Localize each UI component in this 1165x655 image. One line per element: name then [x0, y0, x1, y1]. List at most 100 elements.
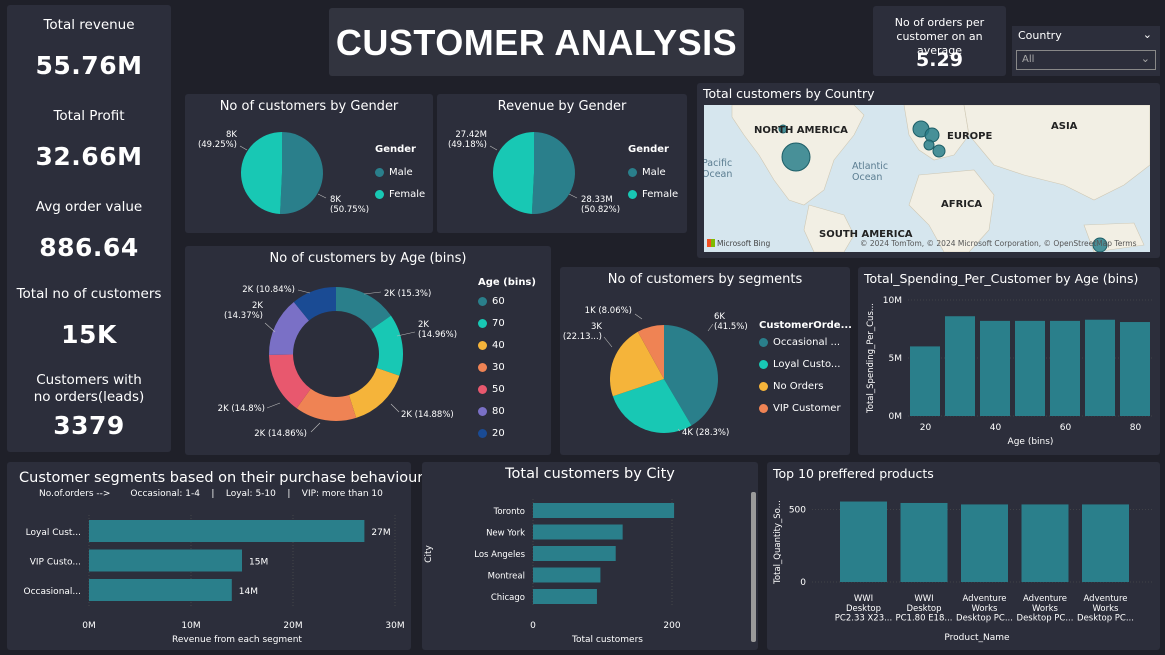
bar-age-70[interactable] — [1085, 319, 1115, 416]
bar-city-montreal[interactable] — [533, 567, 601, 583]
bar-city-new-york[interactable] — [533, 524, 623, 540]
bar-city-chicago[interactable] — [533, 589, 597, 604]
world-map[interactable]: NORTH AMERICA EUROPE ASIA AFRICA SOUTH A… — [704, 105, 1150, 252]
legend-label: Loyal Custo... — [773, 358, 841, 370]
data-label: 14M — [239, 587, 258, 597]
segment-revenue-card: Customer segments based on their purchas… — [7, 462, 423, 650]
windows-logo-icon — [707, 239, 715, 247]
data-label: 2K (14.86%) — [254, 429, 307, 439]
pie-slice-female[interactable] — [241, 132, 282, 214]
bing-logo-text: Microsoft Bing — [717, 239, 771, 248]
legend-item[interactable]: 70 — [478, 312, 536, 334]
map-card: Total customers by Country NORTH AMERICA… — [697, 83, 1160, 258]
legend-item[interactable]: Male — [375, 161, 425, 183]
legend-item[interactable]: 20 — [478, 422, 536, 444]
bar-age-30[interactable] — [945, 316, 975, 416]
legend-label: No Orders — [773, 380, 824, 392]
country-select[interactable]: All ⌄ — [1016, 50, 1156, 70]
bar-age-50[interactable] — [1015, 320, 1045, 416]
x-tick-label: 0 — [530, 621, 536, 631]
data-label: 8K (50.75%) — [330, 195, 369, 215]
map-label: EUROPE — [947, 131, 993, 142]
data-label: 2K (14.37%) — [224, 301, 263, 321]
segment-revenue-bars: 0M 10M 20M 30M Loyal Cust... 27M VIP Custo... 1… — [24, 515, 405, 645]
chevron-down-icon: ⌄ — [1140, 52, 1150, 65]
vertical-scrollbar[interactable] — [751, 492, 756, 642]
map-bubble-usa[interactable] — [781, 142, 811, 172]
legend-item[interactable]: 50 — [478, 378, 536, 400]
pie-slice-male[interactable] — [531, 132, 575, 214]
leader-line — [266, 402, 281, 409]
legend-item[interactable]: Female — [375, 183, 425, 205]
legend-item[interactable]: No Orders — [759, 375, 852, 397]
legend-title: Gender — [628, 144, 669, 155]
data-label: 4K (28.3%) — [682, 428, 729, 438]
x-tick-label: 200 — [663, 621, 680, 631]
bar-age-20[interactable] — [910, 346, 940, 416]
legend-dot — [759, 359, 768, 369]
y-axis-label: Total_Spending_Per_Cus... — [866, 303, 876, 414]
city-customers-card: Total customers by City 0 200 Toronto New Y… — [422, 462, 758, 650]
bar-product-4[interactable] — [1082, 504, 1129, 582]
legend-label: Occasional ... — [773, 336, 841, 348]
bar-product-3[interactable] — [1021, 504, 1069, 582]
bar-city-los-angeles[interactable] — [533, 546, 616, 561]
x-tick-label: 60 — [1060, 423, 1072, 433]
segments-card: No of customers by segments 6K (41.5%) 4K … — [560, 267, 852, 455]
data-label: 15M — [249, 558, 268, 568]
spending-by-age-bars: 0M 5M 10M 20 40 60 80 Age (bins) Total_Spending_… — [866, 296, 1153, 447]
gender-revenue-card: Revenue by Gender 28.33M (50.82%) 27.42M (4… — [437, 94, 687, 233]
bar-segment-1[interactable] — [89, 549, 242, 572]
legend-item[interactable]: VIP Customer — [759, 397, 852, 419]
legend-dot — [478, 406, 487, 416]
bar-product-1[interactable] — [900, 502, 948, 582]
bar-city-toronto[interactable] — [533, 503, 675, 518]
legend-item[interactable]: 60 — [478, 290, 536, 312]
y-tick-label: Los Angeles — [474, 550, 525, 560]
leader-line — [390, 403, 400, 413]
pie-slice-female[interactable] — [492, 132, 534, 214]
map-title: Total customers by Country — [703, 86, 875, 101]
pie-slice-40[interactable] — [348, 367, 400, 418]
map-bubble-france[interactable] — [923, 139, 935, 151]
data-label: 2K (10.84%) — [242, 285, 295, 295]
map-label: ASIA — [1051, 121, 1078, 132]
legend: Age (bins) 60 70 40 30 50 80 20 — [478, 277, 536, 444]
bar-segment-0[interactable] — [89, 520, 365, 542]
x-tick-label: 10M — [181, 621, 200, 631]
page-title-card: CUSTOMER ANALYSIS — [329, 8, 744, 76]
data-label: 2K (14.8%) — [218, 404, 265, 414]
data-label: 1K (8.06%) — [585, 306, 632, 316]
legend-item[interactable]: 80 — [478, 400, 536, 422]
legend: Gender Male Female — [628, 144, 678, 205]
country-select-value: All — [1022, 54, 1035, 65]
kpi-avg-order-value: Avg order value 886.64 — [7, 187, 171, 275]
bar-product-0[interactable] — [840, 501, 887, 582]
legend-dot — [375, 167, 384, 177]
bar-age-60[interactable] — [1050, 320, 1080, 416]
bar-product-2[interactable] — [961, 504, 1008, 582]
leader-line — [297, 289, 311, 294]
legend-label: 70 — [492, 317, 505, 329]
legend-label: 60 — [492, 295, 505, 307]
legend-item[interactable]: Female — [628, 183, 678, 205]
bar-age-40[interactable] — [980, 320, 1010, 416]
pie-slice-male[interactable] — [280, 132, 324, 214]
legend-item[interactable]: 40 — [478, 334, 536, 356]
legend-label: 30 — [492, 361, 505, 373]
legend-item[interactable]: Occasional ... — [759, 331, 852, 353]
data-label: 27M — [371, 528, 390, 538]
data-label: 2K (15.3%) — [384, 289, 431, 299]
map-bubble-italy[interactable] — [932, 144, 946, 158]
legend-item[interactable]: Loyal Custo... — [759, 353, 852, 375]
bar-segment-2[interactable] — [89, 579, 232, 601]
bar-age-80[interactable] — [1120, 322, 1150, 416]
gender-customers-card: No of customers by Gender 8K (50.75%) 8K (4… — [185, 94, 433, 233]
collapse-chevron-icon[interactable]: ⌄ — [1143, 28, 1152, 41]
legend-item[interactable]: 30 — [478, 356, 536, 378]
y-tick-label: Chicago — [491, 593, 525, 603]
legend-item[interactable]: Male — [628, 161, 678, 183]
legend-dot — [478, 428, 487, 438]
legend-dot — [478, 340, 487, 350]
data-label: 28.33M (50.82%) — [581, 195, 620, 215]
